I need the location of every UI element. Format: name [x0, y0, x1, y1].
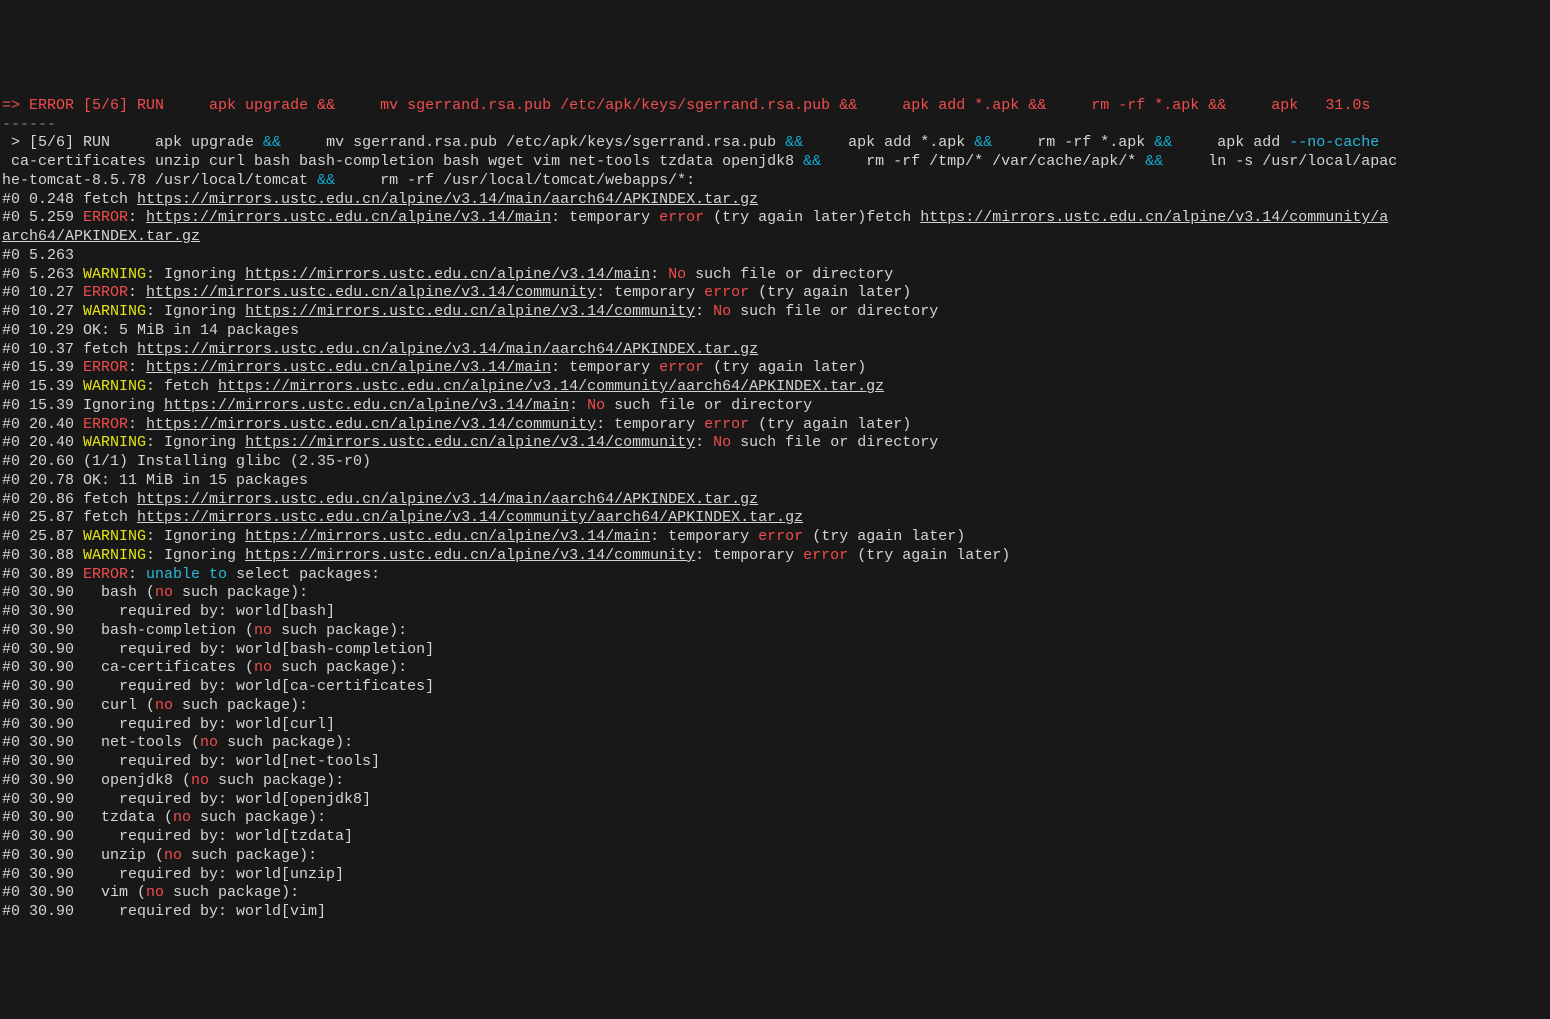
run-command-line-1: > [5/6] RUN apk upgrade && mv sgerrand.r… [2, 134, 1548, 153]
log-line: #0 0.248 fetch https://mirrors.ustc.edu.… [2, 191, 1548, 210]
log-line: #0 5.263 [2, 247, 1548, 266]
pkg-required: #0 30.90 required by: world[tzdata] [2, 828, 1548, 847]
url-link[interactable]: https://mirrors.ustc.edu.cn/alpine/v3.14… [137, 191, 758, 208]
log-line: #0 20.40 WARNING: Ignoring https://mirro… [2, 434, 1548, 453]
pkg-line: #0 30.90 tzdata (no such package): [2, 809, 1548, 828]
pkg-required: #0 30.90 required by: world[openjdk8] [2, 791, 1548, 810]
warning-label: WARNING [83, 266, 146, 283]
build-error-header: => ERROR [5/6] RUN apk upgrade && mv sge… [2, 97, 1548, 116]
pkg-line: #0 30.90 openjdk8 (no such package): [2, 772, 1548, 791]
log-line: #0 10.27 ERROR: https://mirrors.ustc.edu… [2, 284, 1548, 303]
warning-label: WARNING [83, 528, 146, 545]
url-link[interactable]: https://mirrors.ustc.edu.cn/alpine/v3.14… [245, 528, 650, 545]
log-line: #0 5.263 WARNING: Ignoring https://mirro… [2, 266, 1548, 285]
url-link[interactable]: https://mirrors.ustc.edu.cn/alpine/v3.14… [218, 378, 884, 395]
url-link[interactable]: https://mirrors.ustc.edu.cn/alpine/v3.14… [146, 209, 551, 226]
pkg-line: #0 30.90 unzip (no such package): [2, 847, 1548, 866]
url-link[interactable]: https://mirrors.ustc.edu.cn/alpine/v3.14… [245, 266, 650, 283]
error-label: ERROR [83, 359, 128, 376]
url-link[interactable]: https://mirrors.ustc.edu.cn/alpine/v3.14… [146, 416, 596, 433]
pkg-line: #0 30.90 vim (no such package): [2, 884, 1548, 903]
log-line: #0 15.39 Ignoring https://mirrors.ustc.e… [2, 397, 1548, 416]
url-link[interactable]: https://mirrors.ustc.edu.cn/alpine/v3.14… [146, 359, 551, 376]
log-line: #0 10.29 OK: 5 MiB in 14 packages [2, 322, 1548, 341]
url-link[interactable]: arch64/APKINDEX.tar.gz [2, 228, 200, 245]
separator: ------ [2, 116, 1548, 135]
url-link[interactable]: https://mirrors.ustc.edu.cn/alpine/v3.14… [137, 341, 758, 358]
pkg-line: #0 30.90 curl (no such package): [2, 697, 1548, 716]
log-line: #0 30.88 WARNING: Ignoring https://mirro… [2, 547, 1548, 566]
pkg-required: #0 30.90 required by: world[unzip] [2, 866, 1548, 885]
error-label: ERROR [83, 566, 128, 583]
terminal-output[interactable]: => ERROR [5/6] RUN apk upgrade && mv sge… [0, 94, 1550, 925]
url-link[interactable]: https://mirrors.ustc.edu.cn/alpine/v3.14… [137, 509, 803, 526]
error-label: ERROR [83, 209, 128, 226]
run-command-line-3: he-tomcat-8.5.78 /usr/local/tomcat && rm… [2, 172, 1548, 191]
url-link[interactable]: https://mirrors.ustc.edu.cn/alpine/v3.14… [137, 491, 758, 508]
pkg-required: #0 30.90 required by: world[ca-certifica… [2, 678, 1548, 697]
log-line: arch64/APKINDEX.tar.gz [2, 228, 1548, 247]
error-label: ERROR [83, 416, 128, 433]
url-link[interactable]: https://mirrors.ustc.edu.cn/alpine/v3.14… [146, 284, 596, 301]
pkg-required: #0 30.90 required by: world[net-tools] [2, 753, 1548, 772]
log-line: #0 15.39 ERROR: https://mirrors.ustc.edu… [2, 359, 1548, 378]
url-link[interactable]: https://mirrors.ustc.edu.cn/alpine/v3.14… [920, 209, 1388, 226]
pkg-line: #0 30.90 ca-certificates (no such packag… [2, 659, 1548, 678]
pkg-required: #0 30.90 required by: world[bash] [2, 603, 1548, 622]
log-line: #0 10.27 WARNING: Ignoring https://mirro… [2, 303, 1548, 322]
url-link[interactable]: https://mirrors.ustc.edu.cn/alpine/v3.14… [245, 434, 695, 451]
warning-label: WARNING [83, 547, 146, 564]
warning-label: WARNING [83, 303, 146, 320]
log-line: #0 20.78 OK: 11 MiB in 15 packages [2, 472, 1548, 491]
log-line: #0 20.60 (1/1) Installing glibc (2.35-r0… [2, 453, 1548, 472]
pkg-required: #0 30.90 required by: world[vim] [2, 903, 1548, 922]
log-line: #0 25.87 WARNING: Ignoring https://mirro… [2, 528, 1548, 547]
log-line: #0 5.259 ERROR: https://mirrors.ustc.edu… [2, 209, 1548, 228]
log-line: #0 10.37 fetch https://mirrors.ustc.edu.… [2, 341, 1548, 360]
warning-label: WARNING [83, 378, 146, 395]
log-line: #0 15.39 WARNING: fetch https://mirrors.… [2, 378, 1548, 397]
url-link[interactable]: https://mirrors.ustc.edu.cn/alpine/v3.14… [245, 303, 695, 320]
pkg-line: #0 30.90 bash-completion (no such packag… [2, 622, 1548, 641]
pkg-required: #0 30.90 required by: world[bash-complet… [2, 641, 1548, 660]
run-command-line-2: ca-certificates unzip curl bash bash-com… [2, 153, 1548, 172]
log-line: #0 20.40 ERROR: https://mirrors.ustc.edu… [2, 416, 1548, 435]
pkg-required: #0 30.90 required by: world[curl] [2, 716, 1548, 735]
url-link[interactable]: https://mirrors.ustc.edu.cn/alpine/v3.14… [245, 547, 695, 564]
warning-label: WARNING [83, 434, 146, 451]
error-label: ERROR [83, 284, 128, 301]
log-line: #0 30.89 ERROR: unable to select package… [2, 566, 1548, 585]
pkg-line: #0 30.90 bash (no such package): [2, 584, 1548, 603]
log-line: #0 25.87 fetch https://mirrors.ustc.edu.… [2, 509, 1548, 528]
pkg-line: #0 30.90 net-tools (no such package): [2, 734, 1548, 753]
url-link[interactable]: https://mirrors.ustc.edu.cn/alpine/v3.14… [164, 397, 569, 414]
log-line: #0 20.86 fetch https://mirrors.ustc.edu.… [2, 491, 1548, 510]
